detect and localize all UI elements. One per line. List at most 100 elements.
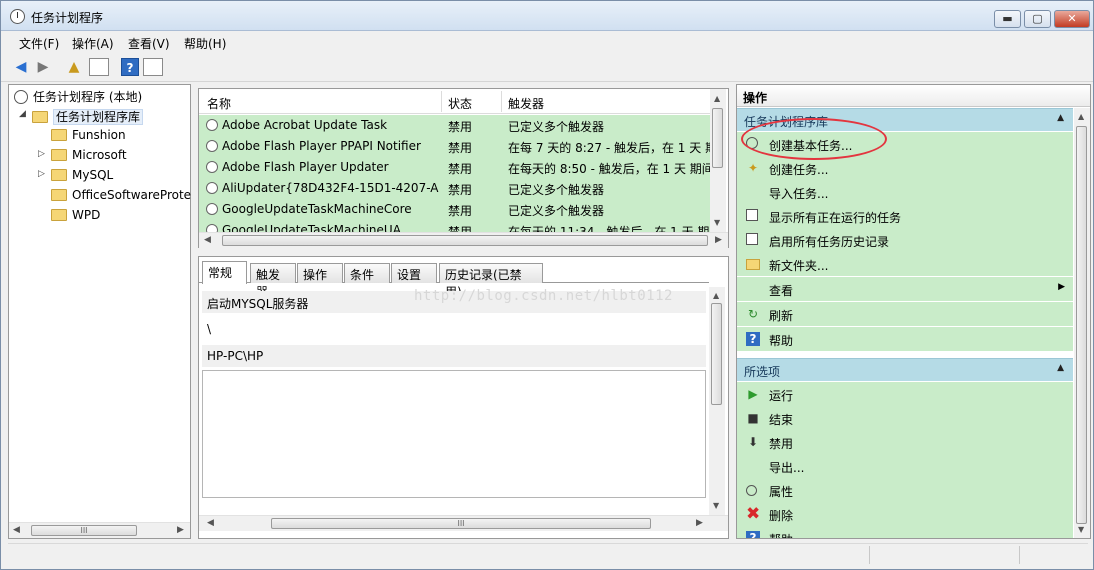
tree-root-local[interactable]: 任务计划程序 (本地)	[14, 88, 142, 106]
detail-horizontal-scrollbar[interactable]: ◀ III ▶	[199, 515, 728, 531]
scroll-thumb[interactable]: III	[31, 525, 137, 536]
back-arrow-icon[interactable]: ◀	[12, 58, 30, 76]
tab-conditions[interactable]: 条件	[344, 263, 390, 283]
column-header-trigger[interactable]: 触发器	[508, 95, 544, 112]
menu-file[interactable]: 文件(F)	[19, 35, 59, 52]
scroll-thumb[interactable]	[711, 303, 722, 405]
close-button[interactable]: ✕	[1054, 10, 1090, 28]
show-hide-action-pane-icon[interactable]	[143, 58, 163, 76]
scroll-thumb[interactable]	[712, 108, 723, 168]
status-divider	[1019, 546, 1020, 564]
action-end[interactable]: ■ 结束	[737, 406, 1073, 430]
action-create-task[interactable]: ✦ 创建任务...	[737, 156, 1073, 180]
scroll-right-icon[interactable]: ▶	[715, 235, 722, 245]
scroll-right-icon[interactable]: ▶	[696, 518, 703, 528]
up-folder-icon[interactable]: ▲	[65, 58, 83, 76]
table-row[interactable]: Adobe Flash Player Updater 禁用 在每天的 8:50 …	[199, 157, 710, 178]
scroll-down-icon[interactable]: ▼	[713, 501, 719, 510]
collapse-caret-icon[interactable]: ▲	[1057, 363, 1064, 373]
scroll-left-icon[interactable]: ◀	[13, 525, 20, 535]
detail-vertical-scrollbar[interactable]: ▲ ▼	[709, 287, 725, 515]
action-view[interactable]: 查看 ▶	[737, 277, 1073, 301]
collapsed-arrow-icon[interactable]: ▷	[38, 149, 45, 159]
actions-pane-header: 操作	[737, 85, 1090, 107]
action-show-running-tasks[interactable]: 显示所有正在运行的任务	[737, 204, 1073, 228]
tree-item-funshion[interactable]: Funshion	[38, 128, 126, 146]
tab-general[interactable]: 常规	[202, 261, 247, 284]
scroll-thumb[interactable]: III	[271, 518, 651, 529]
scroll-thumb[interactable]	[1076, 126, 1087, 524]
scroll-thumb[interactable]	[222, 235, 708, 246]
toolbar: ◀ ▶ ▲ ?	[1, 54, 1093, 82]
menu-view[interactable]: 查看(V)	[128, 35, 170, 52]
scroll-right-icon[interactable]: ▶	[177, 525, 184, 535]
table-row[interactable]: AliUpdater{78D432F4-15D1-4207-A... 禁用 已定…	[199, 178, 710, 199]
task-description-field[interactable]	[202, 370, 706, 498]
detail-tabs: 常规 触发器 操作 条件 设置 历史记录(已禁用)	[199, 261, 709, 299]
table-row[interactable]: GoogleUpdateTaskMachineCore 禁用 已定义多个触发器	[199, 199, 710, 220]
action-enable-history[interactable]: 启用所有任务历史记录	[737, 228, 1073, 252]
action-delete[interactable]: ✖ 删除	[737, 502, 1073, 526]
actions-vertical-scrollbar[interactable]: ▲ ▼	[1074, 108, 1090, 538]
task-clock-icon	[206, 161, 218, 173]
section-selected-item[interactable]: 所选项 ▲	[737, 358, 1073, 381]
table-row[interactable]: Adobe Flash Player PPAPI Notifier 禁用 在每 …	[199, 136, 710, 157]
task-location-field[interactable]: \	[202, 318, 706, 340]
help-icon[interactable]: ?	[121, 58, 139, 76]
tab-actions[interactable]: 操作	[297, 263, 343, 283]
action-help[interactable]: ? 帮助	[737, 327, 1073, 351]
action-help-selected[interactable]: ? 帮助	[737, 526, 1073, 538]
history-icon	[746, 233, 758, 245]
tree-horizontal-scrollbar[interactable]: ◀ III ▶	[9, 522, 190, 538]
show-hide-tree-icon[interactable]	[89, 58, 109, 76]
menu-help[interactable]: 帮助(H)	[184, 35, 226, 52]
navigation-tree: 任务计划程序 (本地) ◢ 任务计划程序库 Funshion ▷ Microso…	[8, 84, 191, 539]
tree-item-mysql[interactable]: ▷ MySQL	[38, 168, 113, 186]
task-clock-icon	[206, 203, 218, 215]
tree-item-wpd[interactable]: WPD	[38, 208, 100, 226]
tree-item-library[interactable]: ◢ 任务计划程序库	[19, 108, 144, 126]
task-clock-icon	[206, 119, 218, 131]
tree-item-officesoftwareprotection[interactable]: OfficeSoftwareProte	[38, 188, 191, 206]
collapse-caret-icon[interactable]: ▲	[1057, 113, 1064, 123]
task-list-horizontal-scrollbar[interactable]: ◀ ▶	[199, 232, 728, 248]
scroll-up-icon[interactable]: ▲	[713, 291, 719, 300]
action-export[interactable]: 导出...	[737, 454, 1073, 478]
status-bar	[8, 543, 1088, 565]
action-refresh[interactable]: ↻ 刷新	[737, 302, 1073, 326]
scroll-left-icon[interactable]: ◀	[204, 235, 211, 245]
task-list-vertical-scrollbar[interactable]: ▲ ▼	[710, 89, 726, 232]
action-properties[interactable]: 属性	[737, 478, 1073, 502]
tab-settings[interactable]: 设置	[391, 263, 437, 283]
action-new-folder[interactable]: 新文件夹...	[737, 252, 1073, 276]
scroll-left-icon[interactable]: ◀	[207, 518, 214, 528]
action-run[interactable]: ▶ 运行	[737, 382, 1073, 406]
tab-history[interactable]: 历史记录(已禁用)	[439, 263, 543, 299]
collapsed-arrow-icon[interactable]: ▷	[38, 169, 45, 179]
scroll-down-icon[interactable]: ▼	[1078, 525, 1084, 534]
tab-triggers[interactable]: 触发器	[250, 263, 296, 299]
action-disable[interactable]: ⬇ 禁用	[737, 430, 1073, 454]
maximize-button[interactable]: ▢	[1024, 10, 1051, 28]
new-folder-icon	[746, 259, 760, 270]
column-header-status[interactable]: 状态	[448, 95, 472, 112]
scroll-down-icon[interactable]: ▼	[714, 218, 720, 227]
tree-item-microsoft[interactable]: ▷ Microsoft	[38, 148, 127, 166]
title-bar: 任务计划程序 ▬ ▢ ✕	[1, 1, 1093, 31]
forward-arrow-icon[interactable]: ▶	[34, 58, 52, 76]
expanded-arrow-icon[interactable]: ◢	[19, 109, 26, 119]
scroll-up-icon[interactable]: ▲	[1078, 112, 1084, 121]
menu-action[interactable]: 操作(A)	[72, 35, 114, 52]
table-row[interactable]: GoogleUpdateTaskMachineUA 禁用 在每天的 11:34 …	[199, 220, 710, 232]
minimize-button[interactable]: ▬	[994, 10, 1021, 28]
folder-icon	[51, 149, 67, 161]
task-clock-icon	[206, 140, 218, 152]
help-icon: ?	[746, 531, 760, 538]
scroll-up-icon[interactable]: ▲	[714, 94, 720, 103]
refresh-icon: ↻	[747, 307, 759, 321]
action-import-task[interactable]: 导入任务...	[737, 180, 1073, 204]
folder-icon	[51, 129, 67, 141]
task-author-field[interactable]: HP-PC\HP	[202, 345, 706, 367]
column-header-name[interactable]: 名称	[207, 95, 231, 112]
table-row[interactable]: Adobe Acrobat Update Task 禁用 已定义多个触发器	[199, 115, 710, 136]
